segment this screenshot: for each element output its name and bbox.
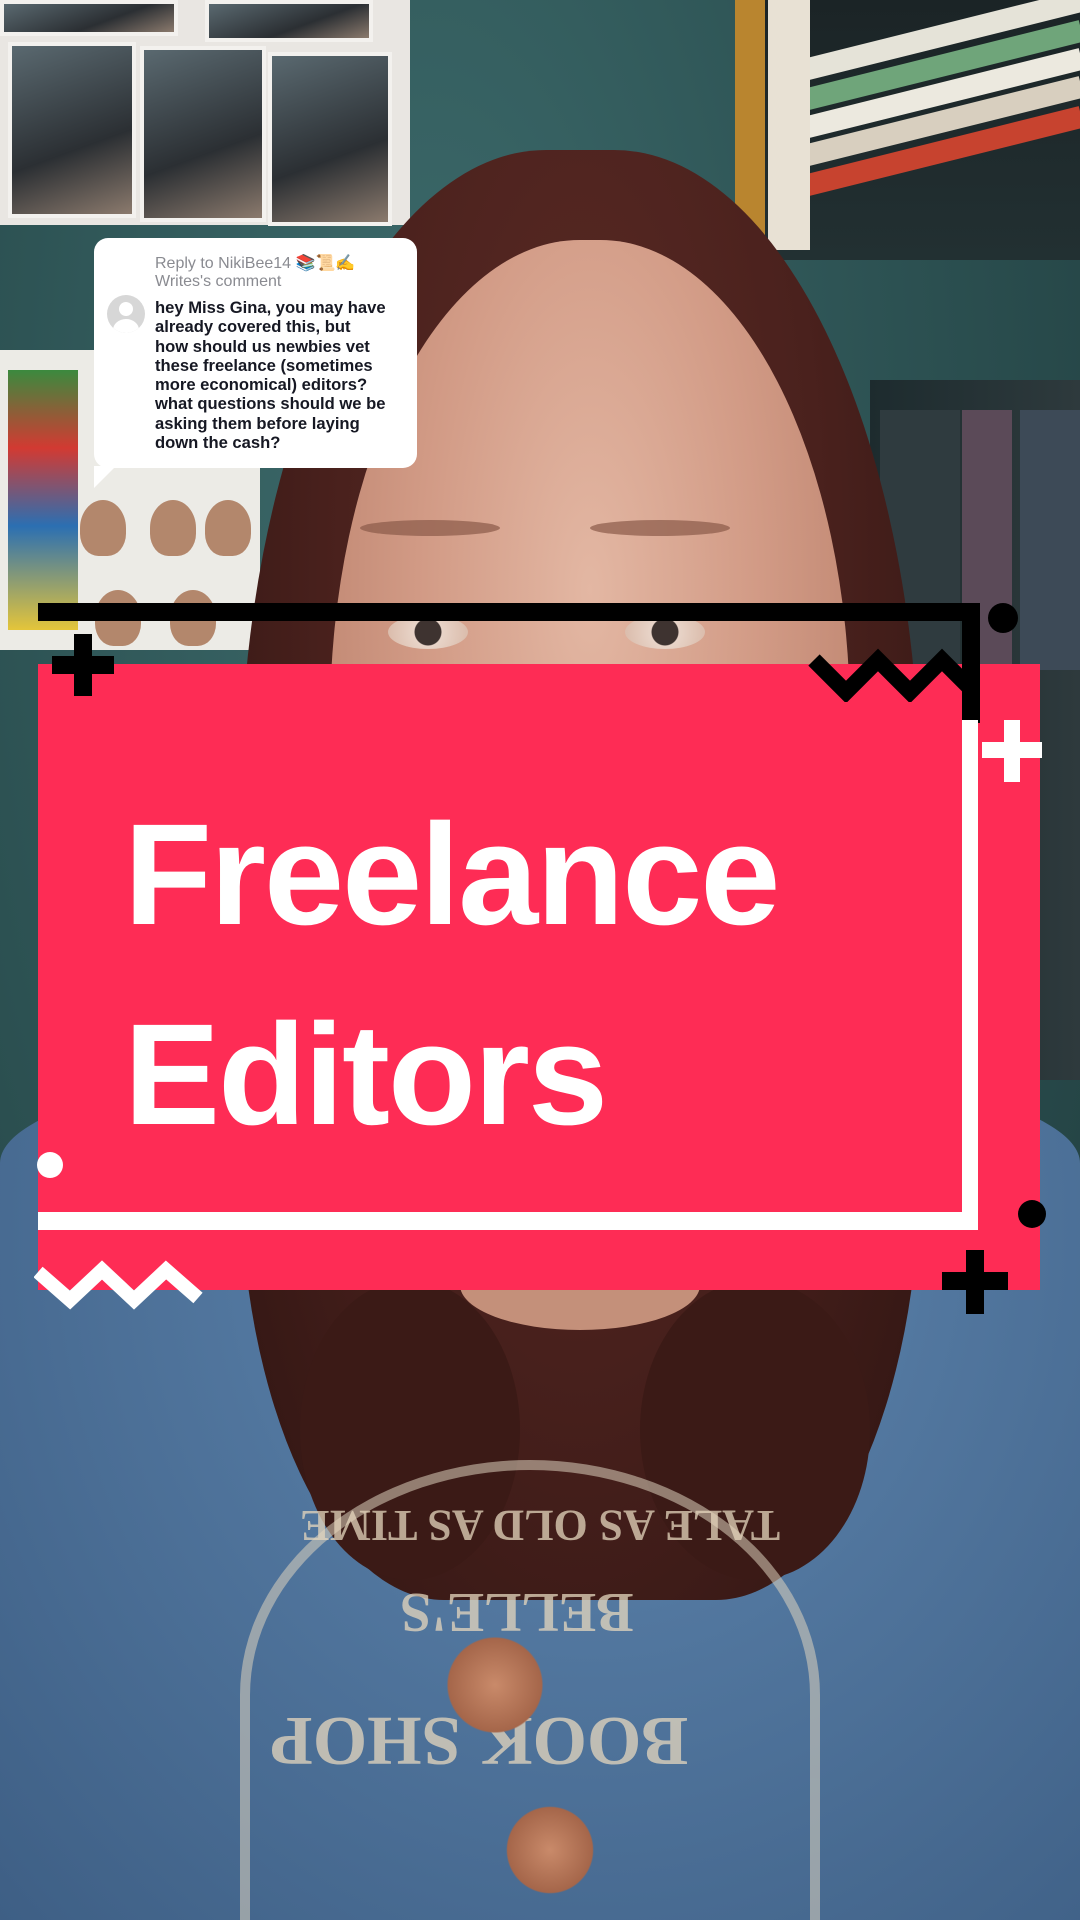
comment-line: hey Miss Gina, you may have <box>155 298 386 317</box>
shirt-text: TALE AS OLD AS TIME <box>300 1501 781 1550</box>
comment-line: how should us newbies vet <box>155 336 370 356</box>
photo <box>0 0 178 36</box>
photo <box>205 0 373 42</box>
zigzag-icon <box>808 648 980 702</box>
eyebrow <box>590 520 730 536</box>
rose-graphic <box>500 1800 600 1900</box>
comment-line: already covered this, but <box>155 317 351 337</box>
paint-swatches <box>8 370 78 630</box>
card-frame-white-bottom <box>38 1212 978 1230</box>
book <box>1020 410 1080 670</box>
title-text: Freelance Editors <box>124 775 944 1175</box>
comment-text: hey Miss Gina, you may have already cove… <box>155 298 407 452</box>
reply-comment-bubble[interactable]: Reply to NikiBee14 📚📜✍️ Writes's comment… <box>94 238 417 488</box>
reply-owner-line: Writes's comment <box>155 273 282 290</box>
zigzag-icon <box>34 1260 203 1310</box>
book <box>768 0 810 250</box>
avatar-head <box>119 302 133 316</box>
comment-line: these freelance (sometimes <box>155 355 373 375</box>
rose-graphic <box>440 1630 550 1740</box>
photo <box>8 42 136 218</box>
book <box>735 0 765 235</box>
poster-figure <box>80 500 126 556</box>
reply-to-line: Reply to NikiBee14 📚📜✍️ <box>155 255 356 272</box>
card-frame-top <box>38 603 978 621</box>
comment-line: what questions should we be <box>155 394 386 414</box>
plus-icon <box>942 1250 1008 1314</box>
dot-icon <box>1018 1200 1046 1228</box>
dot-icon <box>988 603 1018 633</box>
plus-icon <box>52 634 114 696</box>
poster-figure <box>205 500 251 556</box>
card-frame-white-right <box>962 720 978 1230</box>
photo <box>140 46 266 222</box>
eyebrow <box>360 520 500 536</box>
dot-icon <box>37 1152 63 1178</box>
reply-header: Reply to NikiBee14 📚📜✍️ Writes's comment <box>155 255 407 291</box>
title-line-2: Editors <box>124 994 608 1155</box>
comment-line: asking them before laying <box>155 413 360 433</box>
comment-line: down the cash? <box>155 433 281 453</box>
plus-icon <box>982 720 1042 782</box>
photo-collage <box>0 0 410 226</box>
default-user-avatar-icon <box>107 295 145 333</box>
title-line-1: Freelance <box>124 794 780 955</box>
poster-figure <box>150 500 196 556</box>
avatar-body <box>113 319 139 333</box>
comment-line: more economical) editors? <box>155 375 368 395</box>
photo <box>268 52 392 226</box>
